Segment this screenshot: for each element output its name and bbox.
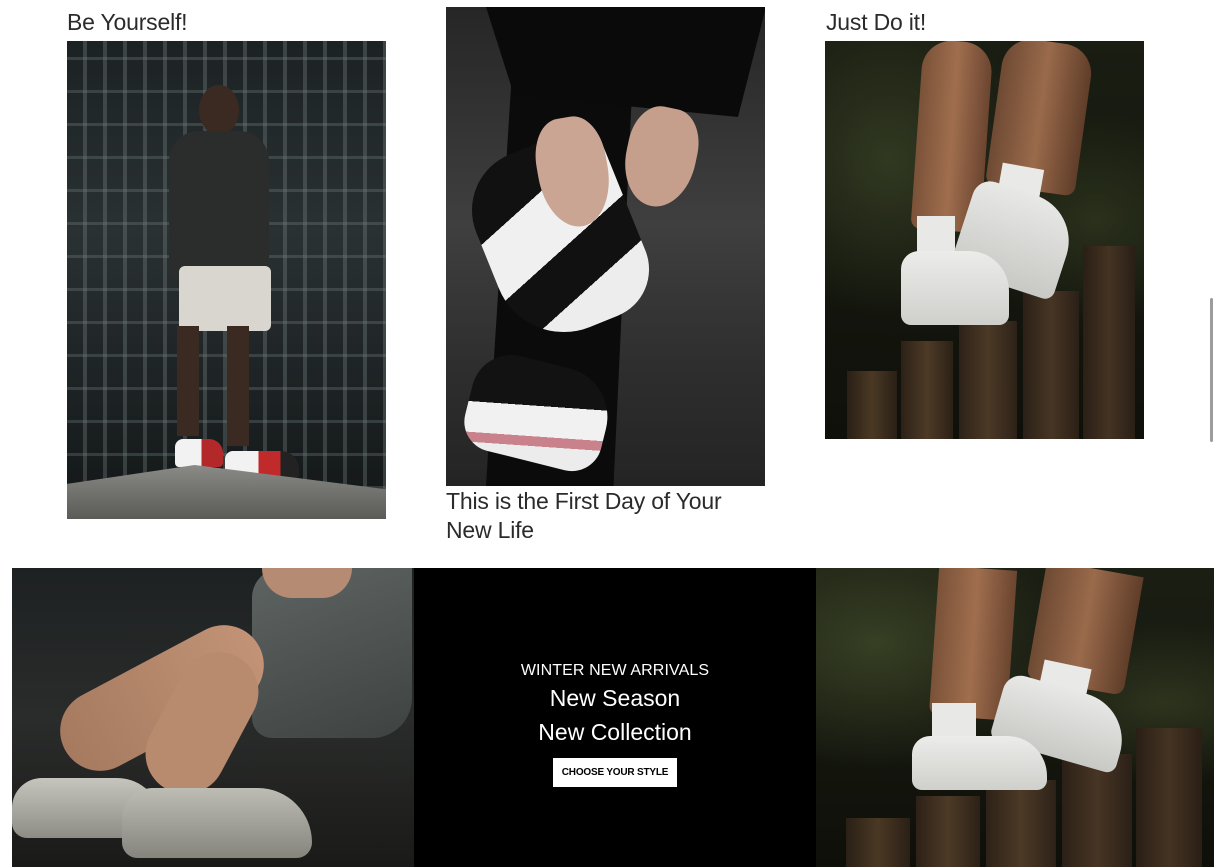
- card-title-first-day: This is the First Day of Your New Life: [446, 488, 722, 543]
- woman-tying-shoes-photo: [12, 568, 414, 867]
- photo-detail: [169, 131, 269, 281]
- photo-detail: [227, 326, 249, 446]
- promo-banner: WINTER NEW ARRIVALS New Season New Colle…: [12, 568, 1214, 867]
- photo-detail: [959, 321, 1017, 439]
- photo-detail: [177, 326, 199, 436]
- photo-detail: [986, 780, 1056, 867]
- photo-detail: [199, 85, 239, 135]
- choose-your-style-button[interactable]: CHOOSE YOUR STYLE: [552, 757, 678, 787]
- photo-detail: [901, 341, 953, 439]
- photo-detail: [67, 465, 386, 519]
- card-title-be-yourself: Be Yourself!: [67, 9, 188, 35]
- white-sneakers-on-posts-photo[interactable]: [825, 41, 1144, 439]
- photo-detail: [175, 439, 223, 467]
- photo-detail: [917, 216, 955, 256]
- photo-detail: [847, 371, 897, 439]
- man-standing-on-ledge-photo[interactable]: [67, 41, 386, 519]
- banner-heading-line2: New Collection: [538, 718, 692, 745]
- banner-heading-line1: New Season: [549, 684, 681, 711]
- hands-tying-sneaker-photo[interactable]: [446, 7, 765, 486]
- photo-detail: [1083, 246, 1135, 439]
- photo-detail: [1023, 291, 1079, 439]
- scrollbar-thumb[interactable]: [1210, 298, 1213, 442]
- photo-detail: [846, 818, 910, 867]
- photo-detail: [1062, 754, 1132, 867]
- photo-detail: [1136, 728, 1202, 867]
- white-sneakers-on-posts-banner-photo: [816, 568, 1214, 867]
- photo-detail: [901, 251, 1009, 325]
- banner-eyebrow: WINTER NEW ARRIVALS: [520, 661, 710, 679]
- photo-detail: [916, 796, 980, 867]
- photo-detail: [122, 788, 312, 858]
- card-title-just-do-it: Just Do it!: [826, 9, 927, 35]
- banner-text-panel: WINTER NEW ARRIVALS New Season New Colle…: [414, 568, 816, 867]
- photo-detail: [179, 266, 271, 331]
- photo-detail: [912, 736, 1047, 790]
